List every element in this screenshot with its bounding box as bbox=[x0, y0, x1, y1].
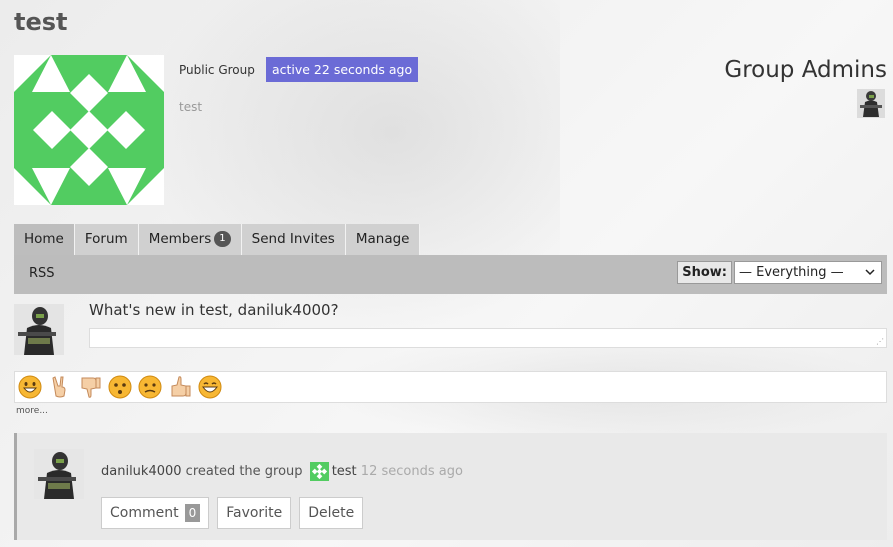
grinning-face-icon[interactable] bbox=[17, 374, 43, 400]
activity-text: daniluk4000 created the group test 12 se… bbox=[101, 462, 463, 481]
activity-item: daniluk4000 created the group test 12 se… bbox=[14, 433, 887, 540]
group-meta: Public Group active 22 seconds ago bbox=[179, 57, 419, 82]
astonished-face-icon[interactable] bbox=[107, 374, 133, 400]
tab-members[interactable]: Members 1 bbox=[138, 224, 242, 255]
activity-actions: Comment 0 Favorite Delete bbox=[101, 497, 371, 529]
tab-manage-label: Manage bbox=[355, 231, 410, 247]
activity-user-link[interactable]: daniluk4000 bbox=[101, 464, 182, 479]
thumbs-down-icon[interactable] bbox=[77, 374, 103, 400]
grin-face-icon[interactable] bbox=[197, 374, 223, 400]
tab-manage[interactable]: Manage bbox=[345, 224, 421, 255]
activity-group-link[interactable]: test bbox=[332, 464, 357, 479]
tab-forum-label: Forum bbox=[84, 231, 128, 247]
activity-action: created the group bbox=[181, 464, 307, 479]
activity-filter: Show: — Everything — bbox=[677, 261, 882, 284]
tab-home-label: Home bbox=[24, 231, 64, 247]
tab-members-label: Members bbox=[148, 231, 212, 247]
rss-link[interactable]: RSS bbox=[29, 266, 55, 281]
comment-label: Comment bbox=[110, 505, 179, 521]
activity-user-avatar[interactable] bbox=[34, 449, 84, 499]
favorite-label: Favorite bbox=[226, 505, 283, 521]
emoji-bar bbox=[14, 371, 887, 403]
more-emoji-link[interactable]: more... bbox=[16, 406, 48, 416]
comment-count-badge: 0 bbox=[184, 504, 201, 522]
group-avatar bbox=[14, 55, 164, 205]
activity-timestamp[interactable]: 12 seconds ago bbox=[361, 464, 463, 479]
tab-send-invites-label: Send Invites bbox=[251, 231, 335, 247]
group-description: test bbox=[179, 100, 203, 114]
user-avatar[interactable] bbox=[14, 304, 64, 355]
delete-button[interactable]: Delete bbox=[299, 497, 364, 529]
group-tabs: Home Forum Members 1 Send Invites Manage bbox=[14, 224, 421, 255]
tab-forum[interactable]: Forum bbox=[74, 224, 139, 255]
victory-hand-icon[interactable] bbox=[47, 374, 73, 400]
page-title: test bbox=[14, 8, 68, 36]
tab-home[interactable]: Home bbox=[14, 224, 75, 255]
filter-label: Show: bbox=[677, 261, 732, 284]
post-form-prompt: What's new in test, daniluk4000? bbox=[89, 301, 339, 319]
group-mini-avatar-icon[interactable] bbox=[309, 462, 329, 481]
delete-label: Delete bbox=[308, 505, 355, 521]
activity-filter-select[interactable]: — Everything — bbox=[734, 261, 882, 284]
post-textarea[interactable]: ⋰ bbox=[89, 328, 887, 348]
group-type: Public Group bbox=[179, 62, 255, 77]
comment-button[interactable]: Comment 0 bbox=[101, 497, 210, 529]
confused-face-icon[interactable] bbox=[137, 374, 163, 400]
activity-badge: active 22 seconds ago bbox=[265, 57, 419, 82]
chevron-down-icon bbox=[865, 269, 875, 276]
tab-send-invites[interactable]: Send Invites bbox=[241, 224, 346, 255]
group-admins-title: Group Admins bbox=[724, 57, 887, 83]
filter-selected-value: — Everything — bbox=[739, 265, 844, 280]
resize-grip-icon[interactable]: ⋰ bbox=[876, 337, 884, 346]
members-count-badge: 1 bbox=[214, 231, 231, 247]
admin-avatar[interactable] bbox=[857, 89, 885, 118]
favorite-button[interactable]: Favorite bbox=[217, 497, 292, 529]
activity-subnav: RSS Show: — Everything — bbox=[14, 255, 887, 294]
thumbs-up-icon[interactable] bbox=[167, 374, 193, 400]
